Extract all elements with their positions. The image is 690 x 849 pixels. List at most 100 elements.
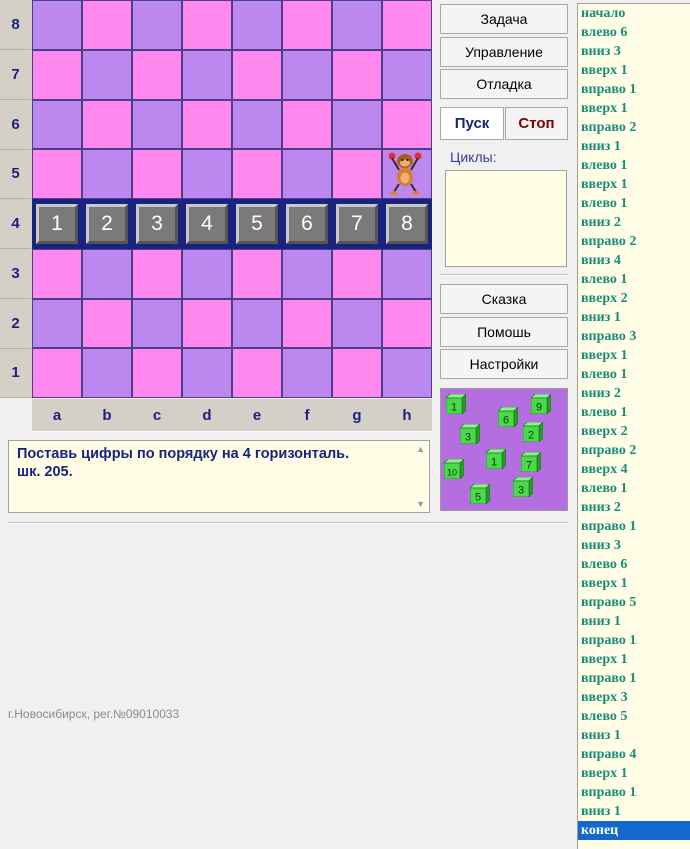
tale-button[interactable]: Сказка xyxy=(440,284,568,314)
program-line[interactable]: вверх 2 xyxy=(578,422,690,441)
board-square[interactable] xyxy=(332,298,382,349)
program-line[interactable]: вниз 3 xyxy=(578,42,690,61)
program-line[interactable]: вправо 1 xyxy=(578,80,690,99)
number-tile-1[interactable]: 1 xyxy=(35,203,79,245)
board-square[interactable] xyxy=(232,348,282,398)
board-square[interactable] xyxy=(282,248,332,299)
board-square[interactable] xyxy=(82,149,132,199)
program-line[interactable]: вправо 2 xyxy=(578,441,690,460)
board-square[interactable] xyxy=(182,248,232,299)
board-square[interactable] xyxy=(282,348,332,398)
program-line[interactable]: влево 6 xyxy=(578,23,690,42)
program-line[interactable]: влево 1 xyxy=(578,270,690,289)
board-square[interactable] xyxy=(282,298,332,349)
board-square[interactable] xyxy=(382,248,432,299)
board-square[interactable] xyxy=(132,348,182,398)
number-tile-6[interactable]: 6 xyxy=(285,203,329,245)
program-line[interactable]: вниз 2 xyxy=(578,498,690,517)
program-list[interactable]: начало влево 6 вниз 3 вверх 1 вправо 1 вверх … xyxy=(577,3,690,849)
board-square[interactable] xyxy=(282,99,332,150)
board-square[interactable] xyxy=(382,348,432,398)
board-square[interactable] xyxy=(332,348,382,398)
board-square[interactable] xyxy=(182,149,232,199)
program-line[interactable]: конец xyxy=(578,821,690,840)
board-square[interactable] xyxy=(32,99,82,150)
program-line[interactable]: вправо 2 xyxy=(578,118,690,137)
board-square[interactable] xyxy=(132,99,182,150)
help-button[interactable]: Помошь xyxy=(440,317,568,347)
board-square[interactable] xyxy=(332,99,382,150)
program-line[interactable]: вправо 1 xyxy=(578,669,690,688)
program-line[interactable]: вниз 1 xyxy=(578,137,690,156)
board-square[interactable] xyxy=(382,99,432,150)
board-square[interactable] xyxy=(82,49,132,100)
program-line[interactable]: вправо 3 xyxy=(578,327,690,346)
board-square[interactable] xyxy=(32,248,82,299)
board-square[interactable] xyxy=(82,298,132,349)
loops-box[interactable] xyxy=(445,170,567,267)
board-square[interactable] xyxy=(332,49,382,100)
program-line[interactable]: вниз 1 xyxy=(578,612,690,631)
monkey-icon[interactable] xyxy=(386,150,424,196)
program-line[interactable]: вправо 4 xyxy=(578,745,690,764)
program-line[interactable]: влево 1 xyxy=(578,479,690,498)
program-line[interactable]: вниз 1 xyxy=(578,802,690,821)
board-square[interactable] xyxy=(232,149,282,199)
settings-button[interactable]: Настройки xyxy=(440,349,568,379)
board-square[interactable] xyxy=(382,49,432,100)
program-line[interactable]: влево 5 xyxy=(578,707,690,726)
program-line[interactable]: вверх 1 xyxy=(578,61,690,80)
run-button[interactable]: Пуск xyxy=(440,107,504,140)
program-line[interactable]: вверх 3 xyxy=(578,688,690,707)
board-square[interactable] xyxy=(132,248,182,299)
board-square[interactable] xyxy=(282,149,332,199)
board-square[interactable] xyxy=(182,348,232,398)
program-line[interactable]: вверх 1 xyxy=(578,99,690,118)
program-line[interactable]: влево 1 xyxy=(578,156,690,175)
program-line[interactable]: вправо 1 xyxy=(578,631,690,650)
board-square[interactable] xyxy=(382,0,432,50)
number-tile-5[interactable]: 5 xyxy=(235,203,279,245)
task-message-box[interactable]: Поставь цифры по порядку на 4 горизонтал… xyxy=(8,440,430,513)
task-button[interactable]: Задача xyxy=(440,4,568,34)
program-line[interactable]: вниз 1 xyxy=(578,726,690,745)
number-tile-3[interactable]: 3 xyxy=(135,203,179,245)
board-square[interactable] xyxy=(32,298,82,349)
program-line[interactable]: вниз 2 xyxy=(578,213,690,232)
board-square[interactable] xyxy=(182,49,232,100)
program-line[interactable]: вправо 1 xyxy=(578,517,690,536)
program-line[interactable]: вверх 1 xyxy=(578,574,690,593)
board-square[interactable] xyxy=(182,0,232,50)
board-square[interactable] xyxy=(282,49,332,100)
number-tile-2[interactable]: 2 xyxy=(85,203,129,245)
board-square[interactable] xyxy=(182,298,232,349)
board-square[interactable] xyxy=(332,0,382,50)
program-line[interactable]: влево 1 xyxy=(578,403,690,422)
board-square[interactable] xyxy=(232,49,282,100)
board-square[interactable] xyxy=(132,149,182,199)
program-line[interactable]: влево 6 xyxy=(578,555,690,574)
board-square[interactable] xyxy=(82,248,132,299)
scroll-up-icon[interactable]: ▲ xyxy=(416,444,425,454)
program-line[interactable]: вправо 1 xyxy=(578,783,690,802)
board-square[interactable] xyxy=(232,99,282,150)
program-line[interactable]: начало xyxy=(578,4,690,23)
scroll-down-icon[interactable]: ▼ xyxy=(416,499,425,509)
board-square[interactable] xyxy=(132,0,182,50)
board-square[interactable] xyxy=(382,298,432,349)
program-line[interactable]: вниз 2 xyxy=(578,384,690,403)
program-line[interactable]: вверх 2 xyxy=(578,289,690,308)
board-square[interactable] xyxy=(132,49,182,100)
program-line[interactable]: вправо 2 xyxy=(578,232,690,251)
board-square[interactable] xyxy=(32,0,82,50)
board-square[interactable] xyxy=(82,348,132,398)
board-square[interactable] xyxy=(332,149,382,199)
board-square[interactable] xyxy=(132,298,182,349)
number-tile-4[interactable]: 4 xyxy=(185,203,229,245)
board-grid[interactable]: 12345678 xyxy=(32,0,432,398)
program-line[interactable]: влево 1 xyxy=(578,194,690,213)
board-square[interactable] xyxy=(82,99,132,150)
number-tile-7[interactable]: 7 xyxy=(335,203,379,245)
board-square[interactable] xyxy=(32,49,82,100)
board-square[interactable] xyxy=(282,0,332,50)
